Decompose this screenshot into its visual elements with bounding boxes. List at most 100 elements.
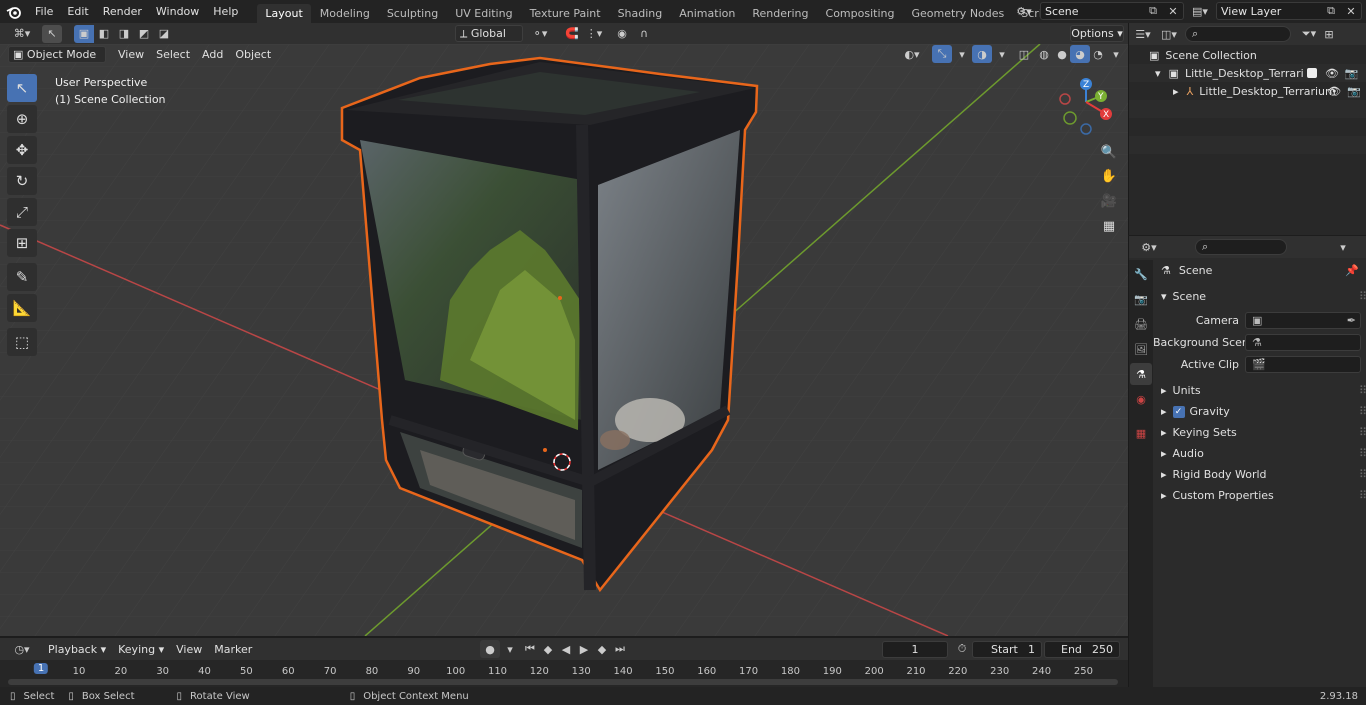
camera-field[interactable]: ▣ ✒ bbox=[1245, 312, 1361, 329]
copy-scene-icon[interactable]: ⧉ bbox=[1143, 2, 1163, 20]
timeline-scrollbar[interactable] bbox=[8, 679, 1118, 685]
menu-edit[interactable]: Edit bbox=[60, 0, 95, 23]
cursor-tool-icon[interactable]: ↖ bbox=[42, 24, 62, 43]
timeline-menu-marker[interactable]: Marker bbox=[208, 643, 258, 656]
gizmo-icon[interactable]: ⤡ bbox=[932, 45, 952, 63]
annotate-tool-icon[interactable]: ✎ bbox=[7, 263, 37, 291]
menu-help[interactable]: Help bbox=[206, 0, 245, 23]
drag-handle-icon[interactable]: ⠿ bbox=[1359, 489, 1366, 502]
xray-icon[interactable]: ◫ bbox=[1014, 45, 1034, 63]
play-reverse-icon[interactable]: ◀ bbox=[556, 640, 576, 658]
overlays-icon[interactable]: ◑ bbox=[972, 45, 992, 63]
cursor-tool-icon[interactable]: ⊕ bbox=[7, 105, 37, 133]
material-shading-icon[interactable]: ◕ bbox=[1070, 45, 1090, 63]
drag-handle-icon[interactable]: ⠿ bbox=[1359, 290, 1366, 303]
delete-scene-icon[interactable]: ✕ bbox=[1163, 2, 1183, 20]
next-keyframe-icon[interactable]: ◆ bbox=[592, 640, 612, 658]
tab-sculpting[interactable]: Sculpting bbox=[379, 4, 446, 23]
render-tab-icon[interactable]: 📷 bbox=[1130, 288, 1152, 310]
options-dropdown[interactable]: Options ▾ bbox=[1070, 25, 1124, 42]
move-tool-icon[interactable]: ✥ bbox=[7, 136, 37, 164]
output-tab-icon[interactable]: 🖨 bbox=[1130, 313, 1152, 335]
proportional-edit-icon[interactable]: ◉ bbox=[612, 25, 632, 43]
falloff-icon[interactable]: ∩ bbox=[634, 25, 654, 43]
camera-view-icon[interactable]: 🎥 bbox=[1098, 190, 1120, 212]
drag-handle-icon[interactable]: ⠿ bbox=[1359, 426, 1366, 439]
select-extend-icon[interactable]: ◧ bbox=[94, 25, 114, 43]
drag-handle-icon[interactable]: ⠿ bbox=[1359, 468, 1366, 481]
scene-panel-header[interactable]: ▾ Scene ⠿ bbox=[1153, 286, 1366, 307]
record-dropdown-icon[interactable]: ▾ bbox=[500, 640, 520, 658]
rotate-tool-icon[interactable]: ↻ bbox=[7, 167, 37, 195]
tab-compositing[interactable]: Compositing bbox=[818, 4, 903, 23]
gravity-checkbox[interactable]: ✓ bbox=[1172, 405, 1185, 418]
viewport-menu-add[interactable]: Add bbox=[196, 48, 229, 61]
viewport-menu-view[interactable]: View bbox=[112, 48, 150, 61]
pivot-point-icon[interactable]: ⚬▾ bbox=[530, 25, 550, 43]
rendered-shading-icon[interactable]: ◔ bbox=[1088, 45, 1108, 63]
navigation-gizmo[interactable]: Z Y X bbox=[1055, 72, 1120, 137]
add-cube-tool-icon[interactable]: ⬚ bbox=[7, 328, 37, 356]
tab-modeling[interactable]: Modeling bbox=[312, 4, 378, 23]
play-icon[interactable]: ▶ bbox=[574, 640, 594, 658]
active-clip-field[interactable]: 🎬 bbox=[1245, 356, 1361, 373]
measure-tool-icon[interactable]: 📐 bbox=[7, 294, 37, 322]
view-layer-field[interactable]: View Layer ⧉ ✕ bbox=[1216, 2, 1362, 20]
new-collection-icon[interactable]: ⊞ bbox=[1319, 25, 1339, 43]
overlays-dropdown-icon[interactable]: ▾ bbox=[992, 45, 1012, 63]
tab-animation[interactable]: Animation bbox=[671, 4, 743, 23]
filter-icon[interactable]: ⏷▾ bbox=[1299, 25, 1319, 43]
tab-uv-editing[interactable]: UV Editing bbox=[447, 4, 520, 23]
eye-icon[interactable]: 👁 bbox=[1325, 67, 1339, 80]
tab-layout[interactable]: Layout bbox=[257, 4, 311, 23]
wireframe-shading-icon[interactable]: ◍ bbox=[1034, 45, 1054, 63]
drag-handle-icon[interactable]: ⠿ bbox=[1359, 405, 1366, 418]
timeline-menu-view[interactable]: View bbox=[170, 643, 208, 656]
zoom-icon[interactable]: 🔍 bbox=[1098, 141, 1120, 163]
pan-hand-icon[interactable]: ✋ bbox=[1098, 165, 1120, 187]
viewport-menu-select[interactable]: Select bbox=[150, 48, 196, 61]
subpanel-gravity[interactable]: ▸ ✓ Gravity ⠿ bbox=[1153, 401, 1366, 422]
timeline-ruler[interactable]: 1 10 20 30 40 50 60 70 80 90 100 110 120 130 140 150 160… bbox=[0, 660, 1128, 687]
delete-view-layer-icon[interactable]: ✕ bbox=[1341, 2, 1361, 20]
background-scene-field[interactable]: ⚗ bbox=[1245, 334, 1361, 351]
tab-shading[interactable]: Shading bbox=[610, 4, 671, 23]
drag-handle-icon[interactable]: ⠿ bbox=[1359, 384, 1366, 397]
outliner-row-object[interactable]: ▸ ⅄ Little_Desktop_Terrarium 👁 📷 bbox=[1129, 82, 1366, 100]
mode-dropdown[interactable]: ▣ Object Mode bbox=[8, 45, 106, 63]
select-subtract-icon[interactable]: ◨ bbox=[114, 25, 134, 43]
display-mode-icon[interactable]: ◫▾ bbox=[1159, 25, 1179, 43]
subpanel-keying-sets[interactable]: ▸ Keying Sets ⠿ bbox=[1153, 422, 1366, 443]
scene-tab-icon[interactable]: ⚗ bbox=[1130, 363, 1152, 385]
subpanel-units[interactable]: ▸ Units ⠿ bbox=[1153, 380, 1366, 401]
gizmo-dropdown-icon[interactable]: ▾ bbox=[952, 45, 972, 63]
select-box-tool-icon[interactable]: ↖ bbox=[7, 74, 37, 102]
scene-name-field[interactable]: Scene ⧉ ✕ bbox=[1040, 2, 1184, 20]
snap-icon[interactable]: 🧲 bbox=[562, 25, 582, 43]
outliner-search-input[interactable]: ⌕ bbox=[1185, 26, 1291, 42]
3d-viewport[interactable] bbox=[0, 44, 1128, 636]
ortho-grid-icon[interactable]: ▦ bbox=[1098, 215, 1120, 237]
transform-orientation-dropdown[interactable]: ⟂ Global bbox=[455, 25, 523, 42]
texture-tab-icon[interactable]: ▦ bbox=[1130, 422, 1152, 444]
end-frame-field[interactable]: End 250 bbox=[1044, 640, 1120, 658]
menu-window[interactable]: Window bbox=[149, 0, 206, 23]
expand-chevron-right-icon[interactable]: ▸ bbox=[1173, 85, 1179, 98]
visibility-icon[interactable]: ◐▾ bbox=[902, 45, 922, 63]
scene-selector-icon[interactable]: ⚙▾ bbox=[1014, 2, 1034, 20]
pin-icon[interactable]: 📌 bbox=[1345, 264, 1359, 277]
snap-target-icon[interactable]: ⋮▾ bbox=[584, 25, 604, 43]
tool-tab-icon[interactable]: 🔧 bbox=[1130, 263, 1152, 285]
subpanel-audio[interactable]: ▸ Audio ⠿ bbox=[1153, 443, 1366, 464]
view-layer-selector-icon[interactable]: ▤▾ bbox=[1190, 2, 1210, 20]
expand-chevron-icon[interactable]: ▾ bbox=[1155, 67, 1161, 80]
transform-tool-icon[interactable]: ⊞ bbox=[7, 229, 37, 257]
solid-shading-icon[interactable]: ● bbox=[1052, 45, 1072, 63]
menu-render[interactable]: Render bbox=[96, 0, 149, 23]
exclude-checkbox-icon[interactable] bbox=[1306, 68, 1317, 78]
properties-options-icon[interactable]: ▾ bbox=[1333, 238, 1353, 256]
eye-icon[interactable]: 👁 bbox=[1327, 85, 1341, 98]
eyedropper-icon[interactable]: ✒ bbox=[1347, 314, 1356, 327]
timeline-menu-keying[interactable]: Keying ▾ bbox=[112, 643, 170, 656]
shading-dropdown-icon[interactable]: ▾ bbox=[1106, 45, 1126, 63]
